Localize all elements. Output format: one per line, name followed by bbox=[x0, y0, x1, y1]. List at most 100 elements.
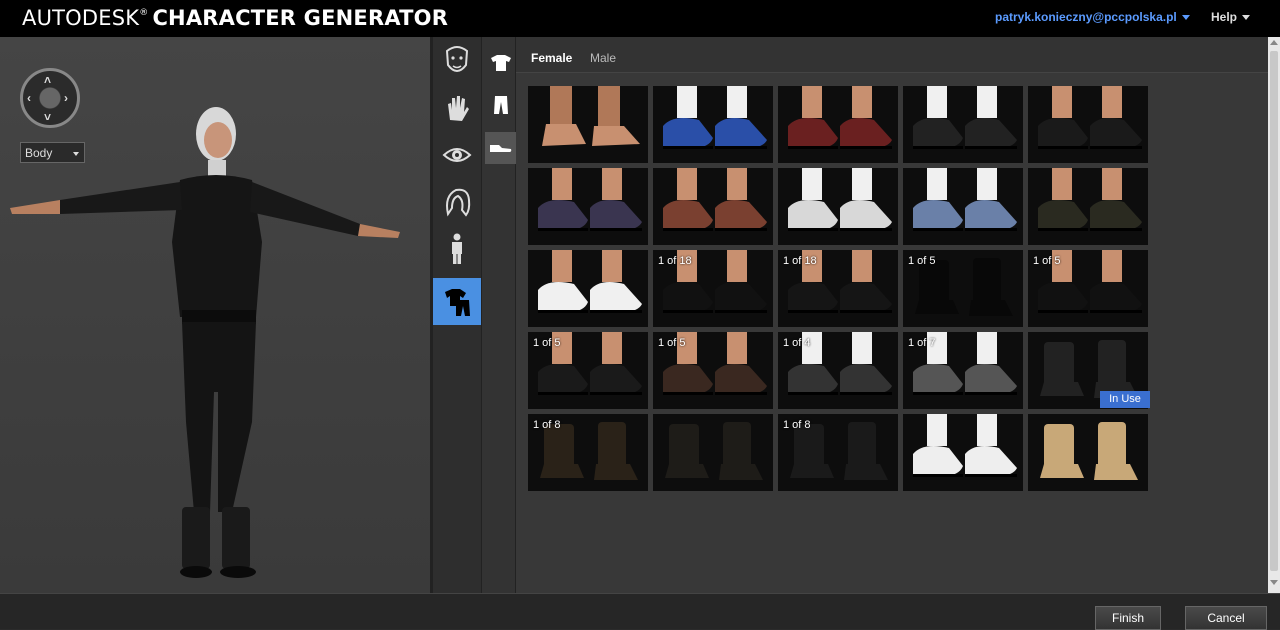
hair-icon bbox=[446, 188, 471, 217]
shoe-tile[interactable] bbox=[653, 168, 773, 245]
shoe-tile[interactable] bbox=[653, 86, 773, 163]
chevron-right-icon[interactable]: › bbox=[64, 92, 68, 104]
shoe-tile[interactable]: 1 of 8 bbox=[778, 414, 898, 491]
shoe-tile[interactable]: 1 of 5 bbox=[653, 332, 773, 409]
shoe-thumbnail bbox=[653, 86, 773, 163]
category-tabs bbox=[433, 37, 481, 593]
shoe-tile[interactable]: 1 of 7 bbox=[903, 332, 1023, 409]
tab-face[interactable] bbox=[433, 37, 481, 84]
scrollbar[interactable] bbox=[1268, 37, 1280, 593]
shoe-tile[interactable] bbox=[903, 86, 1023, 163]
shoe-thumbnail bbox=[528, 86, 648, 163]
variant-count: 1 of 8 bbox=[783, 419, 811, 431]
shoes-icon bbox=[490, 145, 512, 152]
variant-count: 1 of 5 bbox=[533, 337, 561, 349]
character-viewport[interactable]: ˄ ˅ ‹ › Body bbox=[0, 37, 430, 593]
shoe-thumbnail bbox=[903, 414, 1023, 491]
chevron-down-icon bbox=[73, 152, 79, 156]
shoe-tile[interactable]: 1 of 5 bbox=[903, 250, 1023, 327]
body-part-select[interactable]: Body bbox=[20, 142, 85, 163]
tab-eyes[interactable] bbox=[433, 131, 481, 178]
eye-icon bbox=[442, 147, 472, 162]
camera-navigation-control[interactable]: ˄ ˅ ‹ › bbox=[20, 68, 80, 128]
shoe-thumbnail bbox=[903, 86, 1023, 163]
shoe-thumbnail bbox=[1028, 86, 1148, 163]
variant-count: 1 of 5 bbox=[908, 255, 936, 267]
face-icon bbox=[445, 45, 469, 72]
variant-count: 1 of 5 bbox=[1033, 255, 1061, 267]
shoe-tile[interactable] bbox=[528, 86, 648, 163]
brand-main: AUTODESK bbox=[22, 6, 140, 30]
tab-body[interactable] bbox=[433, 225, 481, 272]
tab-female[interactable]: Female bbox=[531, 51, 572, 65]
help-menu[interactable]: Help bbox=[1211, 10, 1251, 24]
shoe-tile[interactable] bbox=[903, 168, 1023, 245]
shoe-tile[interactable] bbox=[778, 86, 898, 163]
shoe-tile[interactable]: 1 of 5 bbox=[1028, 250, 1148, 327]
tab-skin[interactable] bbox=[433, 84, 481, 131]
shoe-thumbnail bbox=[528, 250, 648, 327]
body-icon bbox=[452, 233, 462, 264]
user-email: patryk.konieczny@pccpolska.pl bbox=[995, 10, 1177, 24]
shoe-tile[interactable]: 1 of 18 bbox=[653, 250, 773, 327]
skin-icon bbox=[448, 95, 469, 121]
shoe-tile[interactable] bbox=[1028, 168, 1148, 245]
user-menu[interactable]: patryk.konieczny@pccpolska.pl bbox=[995, 10, 1190, 24]
shoe-tile[interactable] bbox=[653, 414, 773, 491]
chevron-down-icon bbox=[1242, 15, 1251, 21]
clothing-icon bbox=[445, 288, 470, 316]
app-title: AUTODESK® CHARACTER GENERATOR bbox=[22, 6, 448, 30]
chevron-down-icon[interactable]: ˅ bbox=[44, 111, 51, 123]
footer: Finish Cancel bbox=[0, 593, 1280, 630]
tab-clothing[interactable] bbox=[433, 278, 481, 325]
tab-hair[interactable] bbox=[433, 178, 481, 225]
variant-count: 1 of 5 bbox=[658, 337, 686, 349]
shoe-tile[interactable]: 1 of 8 bbox=[528, 414, 648, 491]
scroll-down-icon[interactable] bbox=[1270, 580, 1278, 585]
shoe-tile[interactable] bbox=[1028, 86, 1148, 163]
chevron-down-icon bbox=[1181, 15, 1190, 21]
scroll-up-icon[interactable] bbox=[1270, 40, 1278, 45]
variant-count: 1 of 18 bbox=[783, 255, 817, 267]
shoe-tile[interactable] bbox=[1028, 414, 1148, 491]
in-use-badge: In Use bbox=[1100, 391, 1150, 408]
variant-count: 1 of 18 bbox=[658, 255, 692, 267]
top-icon bbox=[491, 55, 511, 71]
sub-tab-bottoms[interactable] bbox=[485, 89, 517, 121]
chevron-left-icon[interactable]: ‹ bbox=[27, 92, 31, 104]
clothing-sub-tabs bbox=[481, 37, 517, 593]
shoe-thumbnail bbox=[778, 168, 898, 245]
shoe-thumbnail bbox=[653, 414, 773, 491]
brand-product: CHARACTER GENERATOR bbox=[152, 6, 449, 30]
variant-count: 1 of 7 bbox=[908, 337, 936, 349]
shoe-tile[interactable]: 1 of 4 bbox=[778, 332, 898, 409]
shoe-thumbnail bbox=[1028, 168, 1148, 245]
shoe-tile[interactable] bbox=[903, 414, 1023, 491]
variant-count: 1 of 4 bbox=[783, 337, 811, 349]
finish-button[interactable]: Finish bbox=[1095, 606, 1161, 630]
character-model[interactable] bbox=[0, 92, 430, 592]
help-label: Help bbox=[1211, 10, 1238, 24]
body-part-select-value: Body bbox=[25, 146, 53, 160]
sub-tab-shoes[interactable] bbox=[485, 132, 517, 164]
shoe-tile[interactable] bbox=[528, 168, 648, 245]
sub-tab-tops[interactable] bbox=[485, 47, 517, 79]
shoe-tile[interactable] bbox=[528, 250, 648, 327]
shoe-tile[interactable] bbox=[778, 168, 898, 245]
variant-count: 1 of 8 bbox=[533, 419, 561, 431]
shoe-thumbnail bbox=[653, 168, 773, 245]
top-bar: AUTODESK® CHARACTER GENERATOR patryk.koni… bbox=[0, 0, 1280, 37]
chevron-up-icon[interactable]: ˄ bbox=[44, 74, 51, 86]
shoe-thumbnail bbox=[528, 168, 648, 245]
brand-registered-mark: ® bbox=[139, 8, 149, 18]
scrollbar-thumb[interactable] bbox=[1270, 51, 1278, 571]
gender-tabs: Female Male bbox=[516, 37, 1268, 73]
shoe-thumbnail bbox=[778, 86, 898, 163]
shoe-tile[interactable]: 1 of 5 bbox=[528, 332, 648, 409]
shoe-thumbnail bbox=[1028, 414, 1148, 491]
tab-male[interactable]: Male bbox=[590, 51, 616, 65]
shoe-tile[interactable]: 1 of 18 bbox=[778, 250, 898, 327]
pants-icon bbox=[494, 96, 508, 114]
cancel-button[interactable]: Cancel bbox=[1185, 606, 1267, 630]
shoe-thumbnail bbox=[903, 168, 1023, 245]
